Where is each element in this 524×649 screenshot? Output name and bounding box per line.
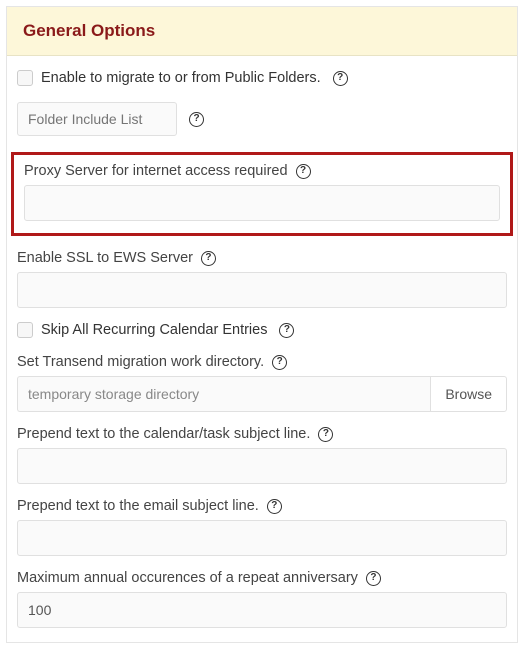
prepend-calendar-row: Prepend text to the calendar/task subjec… xyxy=(17,426,507,484)
general-options-panel: General Options Enable to migrate to or … xyxy=(6,6,518,643)
work-directory-input[interactable] xyxy=(17,376,430,412)
help-icon[interactable]: ? xyxy=(333,71,348,86)
work-directory-label-row: Set Transend migration work directory. ? xyxy=(17,354,507,370)
help-icon[interactable]: ? xyxy=(296,164,311,179)
max-occurrences-label: Maximum annual occurences of a repeat an… xyxy=(17,570,358,586)
prepend-email-label: Prepend text to the email subject line. xyxy=(17,498,259,514)
work-directory-row: Set Transend migration work directory. ?… xyxy=(17,354,507,412)
max-occurrences-label-row: Maximum annual occurences of a repeat an… xyxy=(17,570,507,586)
help-icon[interactable]: ? xyxy=(279,323,294,338)
panel-title: General Options xyxy=(23,21,501,41)
max-occurrences-row: Maximum annual occurences of a repeat an… xyxy=(17,570,507,628)
enable-public-folders-label: Enable to migrate to or from Public Fold… xyxy=(41,70,321,86)
work-directory-input-group: Browse xyxy=(17,376,507,412)
browse-button[interactable]: Browse xyxy=(430,376,507,412)
skip-recurring-checkbox[interactable] xyxy=(17,322,33,338)
folder-include-row: ? xyxy=(17,102,507,136)
enable-public-folders-checkbox[interactable] xyxy=(17,70,33,86)
prepend-email-input[interactable] xyxy=(17,520,507,556)
enable-ssl-row: Enable SSL to EWS Server ? xyxy=(17,250,507,308)
proxy-server-input[interactable] xyxy=(24,185,500,221)
help-icon[interactable]: ? xyxy=(272,355,287,370)
enable-public-folders-row: Enable to migrate to or from Public Fold… xyxy=(17,70,507,86)
proxy-server-highlight: Proxy Server for internet access require… xyxy=(11,152,513,236)
proxy-server-label: Proxy Server for internet access require… xyxy=(24,163,288,179)
panel-header: General Options xyxy=(7,7,517,56)
prepend-calendar-label-row: Prepend text to the calendar/task subjec… xyxy=(17,426,507,442)
enable-ssl-label-row: Enable SSL to EWS Server ? xyxy=(17,250,507,266)
proxy-server-label-row: Proxy Server for internet access require… xyxy=(24,163,500,179)
help-icon[interactable]: ? xyxy=(318,427,333,442)
prepend-calendar-label: Prepend text to the calendar/task subjec… xyxy=(17,426,310,442)
prepend-calendar-input[interactable] xyxy=(17,448,507,484)
enable-ssl-label: Enable SSL to EWS Server xyxy=(17,250,193,266)
skip-recurring-row: Skip All Recurring Calendar Entries ? xyxy=(17,322,507,338)
help-icon[interactable]: ? xyxy=(201,251,216,266)
help-icon[interactable]: ? xyxy=(267,499,282,514)
help-icon[interactable]: ? xyxy=(189,112,204,127)
enable-ssl-input[interactable] xyxy=(17,272,507,308)
prepend-email-label-row: Prepend text to the email subject line. … xyxy=(17,498,507,514)
work-directory-label: Set Transend migration work directory. xyxy=(17,354,264,370)
folder-include-input[interactable] xyxy=(17,102,177,136)
panel-body: Enable to migrate to or from Public Fold… xyxy=(7,56,517,642)
prepend-email-row: Prepend text to the email subject line. … xyxy=(17,498,507,556)
help-icon[interactable]: ? xyxy=(366,571,381,586)
skip-recurring-label: Skip All Recurring Calendar Entries xyxy=(41,322,267,338)
max-occurrences-input[interactable] xyxy=(17,592,507,628)
